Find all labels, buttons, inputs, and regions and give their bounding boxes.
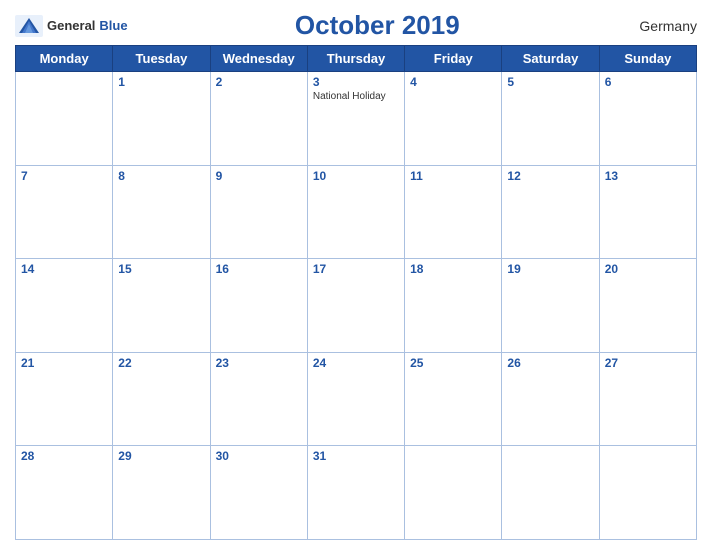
- day-number: 2: [216, 75, 302, 89]
- country-label: Germany: [627, 18, 697, 34]
- week-row-3: 14 15 16 17 18 19 20: [16, 259, 697, 353]
- calendar-cell: 8: [113, 165, 210, 259]
- calendar-cell: 22: [113, 352, 210, 446]
- calendar-cell: 21: [16, 352, 113, 446]
- week-row-1: 123 National Holiday 456: [16, 72, 697, 166]
- calendar-cell: 18: [405, 259, 502, 353]
- logo-blue-text: Blue: [99, 18, 127, 33]
- day-number: 13: [605, 169, 691, 183]
- day-number: 17: [313, 262, 399, 276]
- day-number: 19: [507, 262, 593, 276]
- day-number: 11: [410, 169, 496, 183]
- calendar-cell: 30: [210, 446, 307, 540]
- calendar-cell: 28: [16, 446, 113, 540]
- day-number: 6: [605, 75, 691, 89]
- week-row-4: 21 22 23 24 25 26 27: [16, 352, 697, 446]
- day-number: 31: [313, 449, 399, 463]
- calendar-cell: 4: [405, 72, 502, 166]
- calendar-cell: 13: [599, 165, 696, 259]
- calendar-table: MondayTuesdayWednesdayThursdayFridaySatu…: [15, 45, 697, 540]
- calendar-cell: 3 National Holiday: [307, 72, 404, 166]
- weekday-header-sunday: Sunday: [599, 46, 696, 72]
- day-number: 14: [21, 262, 107, 276]
- day-number: 25: [410, 356, 496, 370]
- calendar-cell: 7: [16, 165, 113, 259]
- week-row-5: 28 29 30 31: [16, 446, 697, 540]
- day-number: 8: [118, 169, 204, 183]
- day-number: 5: [507, 75, 593, 89]
- weekday-header-saturday: Saturday: [502, 46, 599, 72]
- calendar-cell: 26: [502, 352, 599, 446]
- day-number: 4: [410, 75, 496, 89]
- calendar-cell: [405, 446, 502, 540]
- day-number: 22: [118, 356, 204, 370]
- logo-general-text: General: [47, 18, 95, 33]
- logo: General Blue: [15, 15, 128, 37]
- day-number: 10: [313, 169, 399, 183]
- calendar-cell: 11: [405, 165, 502, 259]
- calendar-cell: 1: [113, 72, 210, 166]
- day-number: 1: [118, 75, 204, 89]
- day-number: 20: [605, 262, 691, 276]
- calendar-cell: 17: [307, 259, 404, 353]
- day-number: 7: [21, 169, 107, 183]
- calendar-cell: 23: [210, 352, 307, 446]
- calendar-cell: [502, 446, 599, 540]
- weekday-header-monday: Monday: [16, 46, 113, 72]
- weekday-header-wednesday: Wednesday: [210, 46, 307, 72]
- calendar-cell: 20: [599, 259, 696, 353]
- calendar-cell: 9: [210, 165, 307, 259]
- week-row-2: 789 10 11 12 13: [16, 165, 697, 259]
- calendar-cell: 31: [307, 446, 404, 540]
- calendar-cell: 25: [405, 352, 502, 446]
- calendar-cell: 2: [210, 72, 307, 166]
- day-number: 24: [313, 356, 399, 370]
- day-number: 26: [507, 356, 593, 370]
- weekday-header-friday: Friday: [405, 46, 502, 72]
- calendar-cell: [16, 72, 113, 166]
- day-number: 29: [118, 449, 204, 463]
- calendar-cell: 24: [307, 352, 404, 446]
- calendar-cell: [599, 446, 696, 540]
- calendar-cell: 12: [502, 165, 599, 259]
- calendar-cell: 14: [16, 259, 113, 353]
- day-number: 9: [216, 169, 302, 183]
- calendar-cell: 27: [599, 352, 696, 446]
- day-number: 16: [216, 262, 302, 276]
- day-number: 3: [313, 75, 399, 89]
- day-number: 27: [605, 356, 691, 370]
- day-number: 15: [118, 262, 204, 276]
- day-number: 30: [216, 449, 302, 463]
- day-number: 12: [507, 169, 593, 183]
- logo-icon: [15, 15, 43, 37]
- day-number: 21: [21, 356, 107, 370]
- day-number: 23: [216, 356, 302, 370]
- day-number: 28: [21, 449, 107, 463]
- calendar-cell: 19: [502, 259, 599, 353]
- calendar-title: October 2019: [128, 10, 627, 41]
- weekday-header-tuesday: Tuesday: [113, 46, 210, 72]
- weekday-header-row: MondayTuesdayWednesdayThursdayFridaySatu…: [16, 46, 697, 72]
- calendar-cell: 15: [113, 259, 210, 353]
- calendar-cell: 5: [502, 72, 599, 166]
- calendar-cell: 16: [210, 259, 307, 353]
- weekday-header-thursday: Thursday: [307, 46, 404, 72]
- top-bar: General Blue October 2019 Germany: [15, 10, 697, 41]
- calendar-cell: 6: [599, 72, 696, 166]
- holiday-label: National Holiday: [313, 91, 399, 102]
- calendar-cell: 10: [307, 165, 404, 259]
- calendar-cell: 29: [113, 446, 210, 540]
- day-number: 18: [410, 262, 496, 276]
